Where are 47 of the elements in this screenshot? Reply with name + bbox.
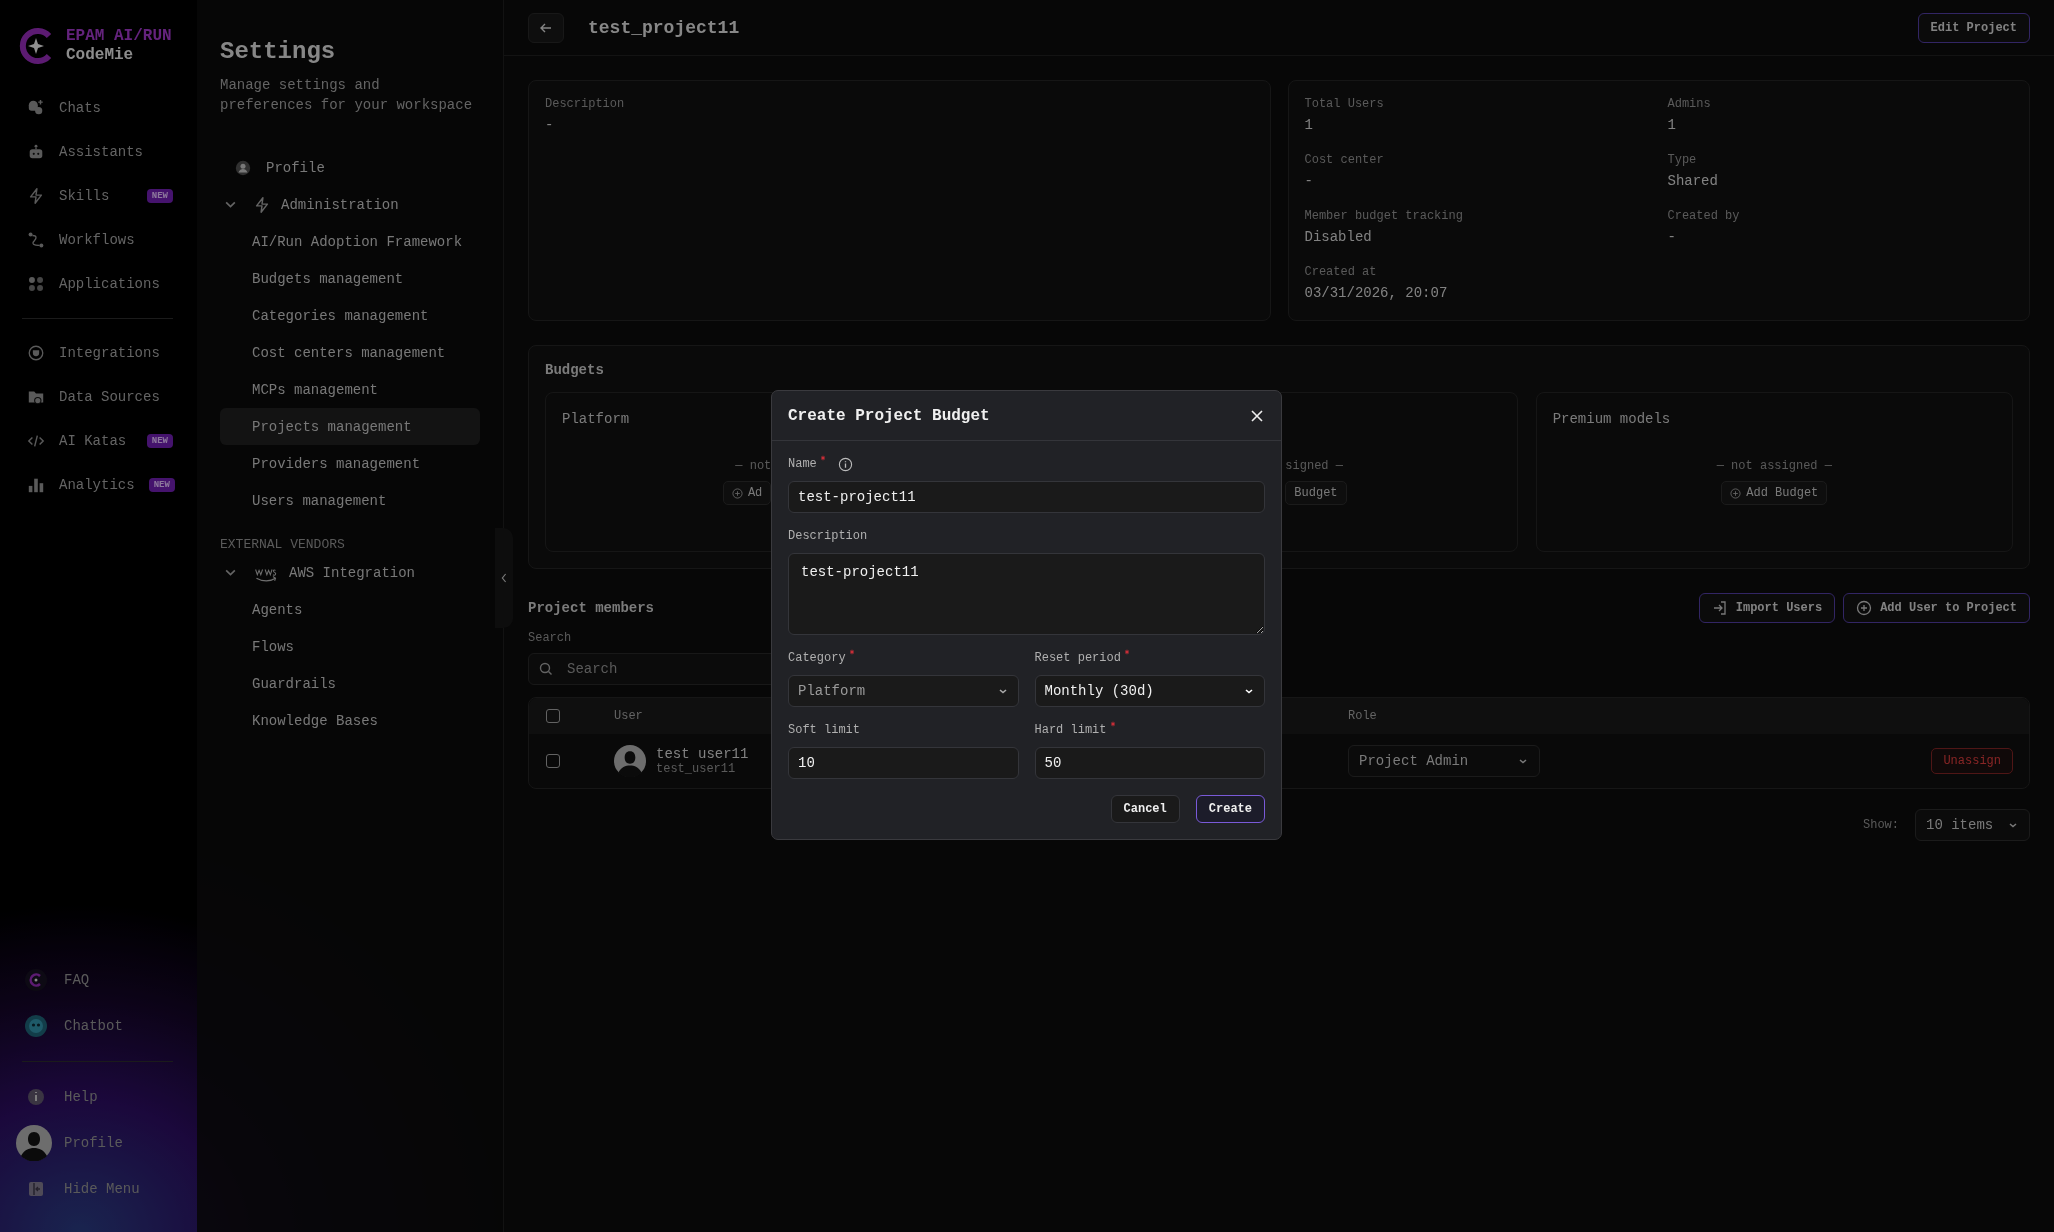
group-label: Administration	[281, 196, 399, 213]
field-value: Shared	[1667, 173, 1719, 189]
field-label: Admins	[1667, 97, 1712, 111]
field-value: Disabled	[1304, 229, 1373, 245]
search-label: Search	[528, 631, 573, 645]
field-label: Created by	[1667, 209, 1741, 223]
not-assigned-text: — not assigned —	[1716, 459, 1832, 473]
field-label: Category	[788, 651, 846, 665]
field-value: -	[1304, 173, 1314, 189]
settings-subtitle: Manage settings and preferences for your workspace	[220, 76, 474, 115]
project-title: test_project11	[588, 17, 740, 38]
new-badge: NEW	[146, 434, 173, 448]
field-value: 03/31/2026, 20:07	[1304, 285, 1449, 301]
dialog-title: Create Project Budget	[788, 406, 990, 425]
field-value: -	[545, 117, 555, 133]
section-heading: EXTERNAL VENDORS	[220, 537, 346, 552]
budget-category: Premium models	[1552, 411, 1671, 429]
product-name: CodeMie	[66, 46, 135, 65]
settings-title: Settings	[220, 38, 337, 65]
not-assigned-text: — not	[735, 459, 772, 473]
brand-name: EPAM AI/RUN	[66, 27, 172, 46]
new-badge: NEW	[146, 189, 173, 203]
field-label: Type	[1667, 153, 1698, 167]
field-label: Hard limit	[1034, 723, 1107, 737]
column-header: Role	[1348, 709, 1377, 723]
field-label: Created at	[1304, 265, 1378, 279]
field-label: Reset period	[1034, 651, 1121, 665]
page-size-label: Show:	[1863, 818, 1899, 832]
section-title: Budgets	[545, 362, 605, 378]
field-label: Description	[788, 529, 868, 543]
budget-category: Platform	[562, 411, 630, 429]
field-label: Name	[788, 457, 817, 471]
field-label: Soft limit	[788, 723, 860, 737]
field-value: 1	[1304, 117, 1314, 133]
field-label: Member budget tracking	[1304, 209, 1464, 223]
field-label: Cost center	[1304, 153, 1385, 167]
section-title: Project members	[528, 600, 655, 616]
group-label: AWS Integration	[289, 564, 416, 581]
not-assigned-text: signed —	[1285, 459, 1343, 473]
column-header: User	[614, 709, 643, 723]
field-value: -	[1667, 229, 1677, 245]
field-label: Total Users	[1304, 97, 1385, 111]
new-badge: NEW	[148, 478, 175, 492]
user-name: test user11	[656, 746, 749, 762]
field-label: Description	[545, 97, 626, 111]
user-login: test_user11	[656, 762, 737, 776]
field-value: 1	[1667, 117, 1677, 133]
